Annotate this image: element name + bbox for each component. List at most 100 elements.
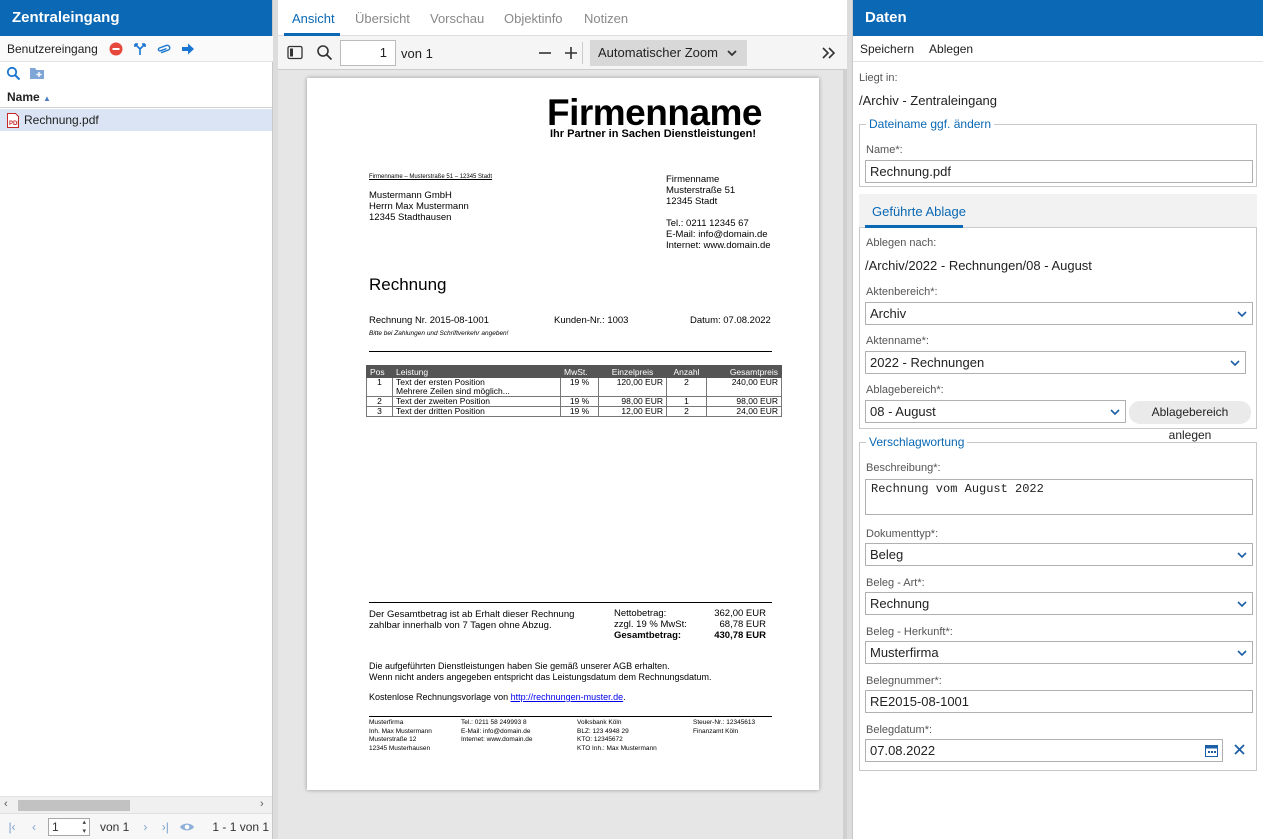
- pdf-page-count: von 1: [401, 46, 433, 61]
- doc-template-credit: Kostenlose Rechnungsvorlage von http://r…: [369, 692, 626, 702]
- th-anzahl: Anzahl: [666, 365, 707, 378]
- art-value: Rechnung: [870, 596, 930, 611]
- clear-date-icon[interactable]: [1233, 743, 1246, 756]
- move-arrow-icon[interactable]: [180, 41, 196, 57]
- filename-fieldset: Dateiname ggf. ändern Name*: Rechnung.pd…: [859, 117, 1257, 187]
- template-link[interactable]: http://rechnungen-muster.de: [511, 692, 624, 702]
- cell-total: 98,00 EUR: [706, 396, 782, 407]
- new-folder-icon[interactable]: [29, 66, 45, 82]
- sender-line: [666, 207, 771, 218]
- footer-col: Volksbank Köln BLZ: 123 4948 29 KTO: 12345…: [577, 719, 657, 753]
- spinner-icon[interactable]: ▴ ▾: [82, 818, 86, 836]
- record-range-label: 1 - 1 von 1: [212, 819, 270, 834]
- last-page-icon[interactable]: ›|: [157, 820, 173, 834]
- preview-eye-icon[interactable]: [179, 821, 195, 833]
- zoom-select[interactable]: Automatischer Zoom: [590, 40, 747, 66]
- footer-line: Volksbank Köln: [577, 719, 622, 726]
- footer-col: Steuer-Nr.: 12345613 Finanzamt Köln: [693, 719, 755, 736]
- attach-icon[interactable]: [156, 41, 172, 57]
- sender-line: Tel.: 0211 12345 67: [666, 218, 749, 229]
- tab-gefuehrte-ablage[interactable]: Geführte Ablage: [872, 204, 966, 219]
- table-header-row: Pos Leistung MwSt. Einzelpreis Anzahl Ge…: [366, 365, 782, 378]
- footer-col: Tel.: 0211 58 249993 8 E-Mail: info@domai…: [461, 719, 533, 745]
- tab-uebersicht[interactable]: Übersicht: [355, 11, 410, 26]
- pdf-page-input[interactable]: 1: [340, 40, 396, 66]
- art-select[interactable]: Rechnung: [865, 592, 1253, 615]
- target-label: Ablegen nach:: [866, 237, 937, 249]
- cell-vat: 19 %: [560, 406, 599, 417]
- cell-text: Text der dritten Position: [392, 406, 561, 417]
- name-input[interactable]: Rechnung.pdf: [865, 160, 1253, 183]
- footer-col: Musterfirma Inh. Max Mustermann Musterstra…: [369, 719, 432, 753]
- name-label: Name*:: [866, 144, 903, 156]
- viewer-panel: Ansicht Übersicht Vorschau Objektinfo No…: [278, 0, 847, 839]
- left-toolbar: Benutzereingang: [0, 36, 273, 62]
- aktenbereich-select[interactable]: Archiv: [865, 302, 1253, 325]
- page-number-input[interactable]: 1 ▴ ▾: [48, 817, 90, 836]
- keywording-legend: Verschlagwortung: [866, 435, 968, 449]
- calendar-icon[interactable]: [1205, 744, 1218, 757]
- column-header-label: Name: [7, 90, 40, 104]
- zoom-value: Automatischer Zoom: [598, 45, 718, 60]
- sidebar-toggle-icon[interactable]: [287, 45, 303, 60]
- horizontal-scrollbar[interactable]: ‹ ›: [0, 796, 272, 813]
- find-icon[interactable]: [316, 44, 333, 61]
- recipient-line: 12345 Stadthausen: [369, 212, 452, 223]
- data-menu: Speichern Ablegen: [853, 36, 1263, 62]
- herkunft-value: Musterfirma: [870, 645, 939, 660]
- zoom-out-icon[interactable]: [538, 45, 552, 61]
- tab-notizen[interactable]: Notizen: [584, 11, 628, 26]
- next-page-icon[interactable]: ›: [137, 820, 153, 834]
- belegdatum-input[interactable]: 07.08.2022: [865, 739, 1223, 762]
- split-icon[interactable]: [132, 41, 148, 57]
- doctype-select[interactable]: Beleg: [865, 543, 1253, 566]
- doc-divider: [369, 716, 772, 717]
- delete-icon[interactable]: [108, 41, 124, 57]
- tab-objektinfo[interactable]: Objektinfo: [504, 11, 563, 26]
- zoom-in-icon[interactable]: [564, 45, 578, 61]
- create-filing-area-button[interactable]: Ablagebereich anlegen: [1129, 401, 1251, 442]
- page-number-value: 1: [52, 819, 59, 834]
- belegnr-input[interactable]: RE2015-08-1001: [865, 690, 1253, 713]
- column-header-name[interactable]: Name ▲: [0, 87, 273, 108]
- herkunft-select[interactable]: Musterfirma: [865, 641, 1253, 664]
- guided-filing-section: Ablegen nach: /Archiv/2022 - Rechnungen/…: [859, 228, 1257, 429]
- viewer-scroll-track[interactable]: [843, 70, 847, 839]
- chevron-down-icon: [1110, 407, 1120, 417]
- ablagebereich-select[interactable]: 08 - August: [865, 400, 1126, 423]
- doctype-label: Dokumenttyp*:: [866, 528, 939, 540]
- target-value: /Archiv/2022 - Rechnungen/08 - August: [865, 258, 1092, 273]
- gross-row: Gesamtbetrag: 430,78 EUR: [614, 630, 766, 641]
- table-row: 1 Text der ersten Position Mehrere Zeilen…: [366, 377, 782, 397]
- payment-line: zahlbar innerhalb von 7 Tagen ohne Abzug…: [369, 620, 552, 631]
- list-item[interactable]: PDF Rechnung.pdf: [0, 109, 272, 131]
- file-button[interactable]: Ablegen: [929, 42, 973, 56]
- page-of-label: von 1: [100, 819, 130, 834]
- vat-row: zzgl. 19 % MwSt: 68,78 EUR: [614, 619, 766, 630]
- chevron-down-icon: [1237, 550, 1247, 560]
- description-label: Beschreibung*:: [866, 462, 941, 474]
- data-panel: Daten Speichern Ablegen Liegt in: /Archi…: [852, 0, 1263, 839]
- scrollbar-thumb[interactable]: [18, 800, 130, 811]
- save-button[interactable]: Speichern: [860, 42, 914, 56]
- footer-line: KTO Inh.: Max Mustermann: [577, 744, 657, 752]
- aktenname-select[interactable]: 2022 - Rechnungen: [865, 351, 1246, 374]
- chevron-down-icon: [1237, 599, 1247, 609]
- first-page-icon[interactable]: |‹: [4, 820, 20, 834]
- search-icon[interactable]: [6, 66, 22, 82]
- th-mwst: MwSt.: [560, 365, 599, 378]
- description-textarea[interactable]: Rechnung vom August 2022: [865, 479, 1253, 515]
- tab-ansicht[interactable]: Ansicht: [292, 11, 335, 26]
- scroll-right-icon[interactable]: ›: [260, 798, 264, 810]
- recipient-line: Mustermann GmbH: [369, 190, 452, 201]
- prev-page-icon[interactable]: ‹: [26, 820, 42, 834]
- netto-value: 362,00 EUR: [714, 608, 766, 619]
- sender-line: E-Mail: info@domain.de: [666, 229, 768, 240]
- chevron-down-icon: [1230, 358, 1240, 368]
- tab-vorschau[interactable]: Vorschau: [430, 11, 484, 26]
- cell-pos: 1: [366, 377, 393, 397]
- inbox-dropdown[interactable]: Benutzereingang: [7, 42, 98, 56]
- left-panel: Zentraleingang Benutzereingang Name ▲ PD…: [0, 0, 273, 839]
- scroll-left-icon[interactable]: ‹: [4, 798, 8, 810]
- more-tools-icon[interactable]: [821, 45, 837, 61]
